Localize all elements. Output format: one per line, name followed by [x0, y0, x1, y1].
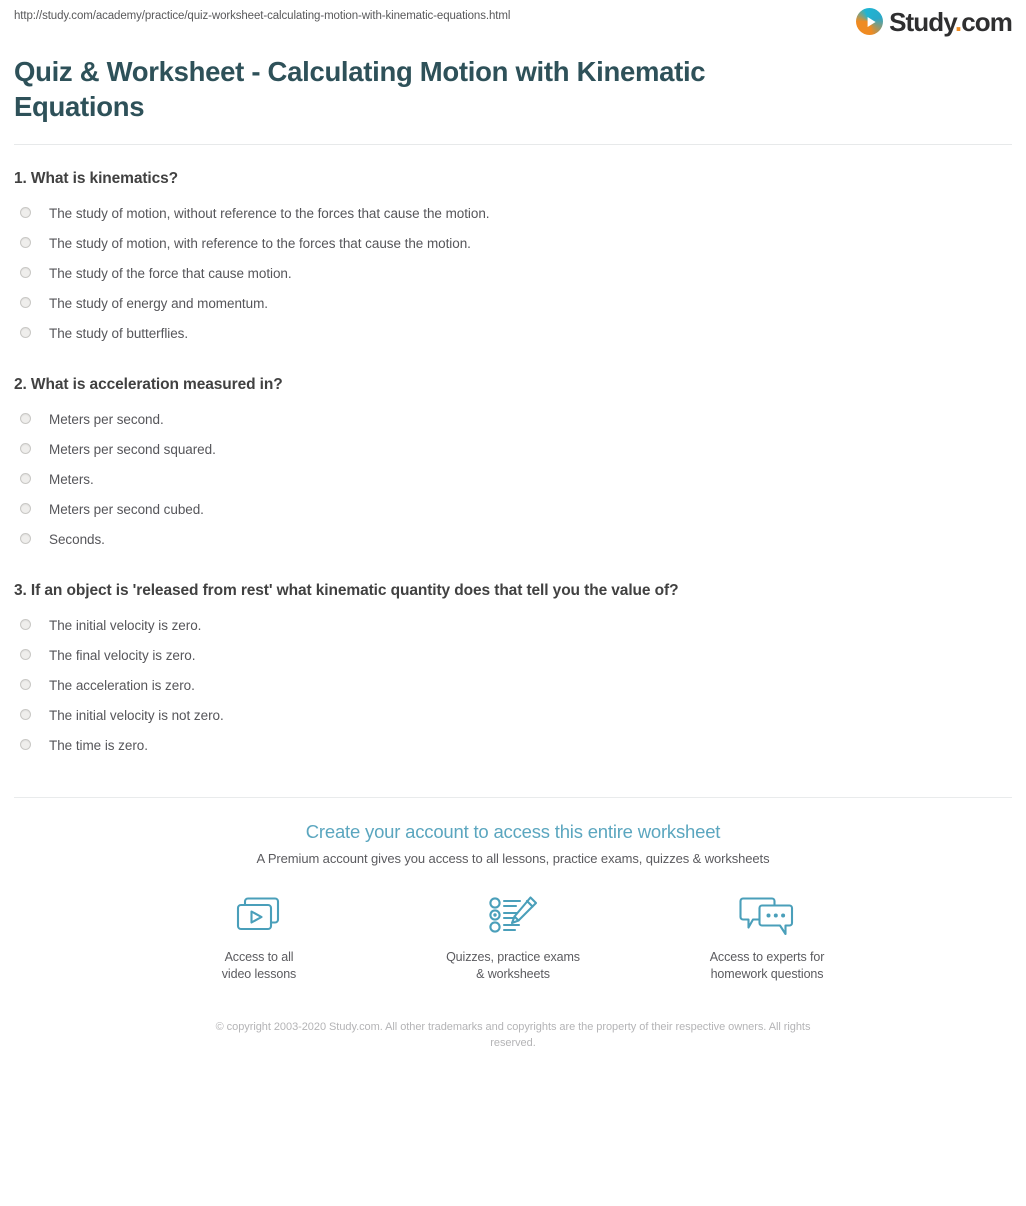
answer-label: Meters per second squared.: [49, 442, 216, 457]
answer-label: The initial velocity is zero.: [49, 618, 202, 633]
answer-option[interactable]: The time is zero.: [14, 731, 1012, 761]
radio-button-icon[interactable]: [20, 297, 31, 308]
question-1-answers: The study of motion, without reference t…: [14, 199, 1012, 349]
answer-option[interactable]: Meters per second cubed.: [14, 495, 1012, 525]
chat-bubbles-icon: [681, 890, 853, 940]
radio-button-icon[interactable]: [20, 619, 31, 630]
answer-option[interactable]: The final velocity is zero.: [14, 641, 1012, 671]
study-com-logo: Study.com: [856, 6, 1013, 37]
cta-heading[interactable]: Create your account to access this entir…: [0, 820, 1026, 844]
radio-button-icon[interactable]: [20, 709, 31, 720]
title-divider: [14, 144, 1012, 145]
radio-button-icon[interactable]: [20, 679, 31, 690]
brand-name: Study: [889, 6, 956, 37]
copyright-text: © copyright 2003-2020 Study.com. All oth…: [215, 1021, 811, 1049]
video-lessons-icon: [173, 890, 345, 940]
radio-button-icon[interactable]: [20, 443, 31, 454]
feature-video-lessons: Access to all video lessons: [173, 890, 345, 983]
radio-button-icon[interactable]: [20, 327, 31, 338]
answer-label: Meters.: [49, 472, 94, 487]
print-header: http://study.com/academy/practice/quiz-w…: [0, 0, 1026, 52]
answer-label: The final velocity is zero.: [49, 648, 196, 663]
radio-button-icon[interactable]: [20, 207, 31, 218]
answer-option[interactable]: The study of butterflies.: [14, 319, 1012, 349]
premium-features: Access to all video lessons Quizzes, pra…: [0, 890, 1026, 983]
question-3-answers: The initial velocity is zero. The final …: [14, 611, 1012, 761]
question-3-text: 3. If an object is 'released from rest' …: [14, 582, 679, 599]
feature-expert-help: Access to experts for homework questions: [681, 890, 853, 983]
answer-label: Seconds.: [49, 532, 105, 547]
answer-option[interactable]: Meters per second.: [14, 405, 1012, 435]
answer-option[interactable]: The initial velocity is not zero.: [14, 701, 1012, 731]
question-3: 3. If an object is 'released from rest' …: [14, 581, 1012, 761]
answer-label: The study of energy and momentum.: [49, 296, 268, 311]
questions-list: 1. What is kinematics? The study of moti…: [0, 169, 1026, 761]
brand-tld: com: [961, 6, 1013, 37]
brand-wordmark: Study.com: [889, 6, 1013, 37]
page-url: http://study.com/academy/practice/quiz-w…: [14, 10, 511, 22]
answer-option[interactable]: Seconds.: [14, 525, 1012, 555]
answer-option[interactable]: The acceleration is zero.: [14, 671, 1012, 701]
page-title: Quiz & Worksheet - Calculating Motion wi…: [14, 56, 706, 122]
feature-label: Access to experts for homework questions: [709, 950, 825, 981]
question-2: 2. What is acceleration measured in? Met…: [14, 375, 1012, 555]
answer-option[interactable]: The study of motion, with reference to t…: [14, 229, 1012, 259]
answer-label: The study of motion, without reference t…: [49, 206, 490, 221]
cta-subheading: A Premium account gives you access to al…: [256, 851, 770, 866]
answer-option[interactable]: The initial velocity is zero.: [14, 611, 1012, 641]
question-2-text: 2. What is acceleration measured in?: [14, 376, 283, 393]
radio-button-icon[interactable]: [20, 473, 31, 484]
answer-label: Meters per second.: [49, 412, 164, 427]
answer-option[interactable]: The study of the force that cause motion…: [14, 259, 1012, 289]
play-circle-icon: [856, 8, 884, 35]
radio-button-icon[interactable]: [20, 649, 31, 660]
answer-label: The time is zero.: [49, 738, 148, 753]
answer-option[interactable]: Meters.: [14, 465, 1012, 495]
radio-button-icon[interactable]: [20, 503, 31, 514]
question-1-text: 1. What is kinematics?: [14, 170, 179, 187]
create-account-cta: Create your account to access this entir…: [0, 798, 1026, 1051]
answer-label: The acceleration is zero.: [49, 678, 195, 693]
question-2-answers: Meters per second. Meters per second squ…: [14, 405, 1012, 555]
answer-option[interactable]: The study of motion, without reference t…: [14, 199, 1012, 229]
feature-label: Quizzes, practice exams & worksheets: [446, 950, 580, 981]
radio-button-icon[interactable]: [20, 237, 31, 248]
answer-label: The initial velocity is not zero.: [49, 708, 224, 723]
radio-button-icon[interactable]: [20, 533, 31, 544]
answer-option[interactable]: Meters per second squared.: [14, 435, 1012, 465]
answer-label: Meters per second cubed.: [49, 502, 204, 517]
answer-label: The study of butterflies.: [49, 326, 189, 341]
quiz-pencil-icon: [427, 890, 599, 940]
answer-label: The study of motion, with reference to t…: [49, 236, 471, 251]
answer-label: The study of the force that cause motion…: [49, 266, 292, 281]
feature-label: Access to all video lessons: [221, 950, 297, 981]
question-1: 1. What is kinematics? The study of moti…: [14, 169, 1012, 349]
radio-button-icon[interactable]: [20, 267, 31, 278]
radio-button-icon[interactable]: [20, 739, 31, 750]
radio-button-icon[interactable]: [20, 413, 31, 424]
answer-option[interactable]: The study of energy and momentum.: [14, 289, 1012, 319]
worksheet-page: http://study.com/academy/practice/quiz-w…: [0, 0, 1026, 1206]
feature-quizzes-worksheets: Quizzes, practice exams & worksheets: [427, 890, 599, 983]
